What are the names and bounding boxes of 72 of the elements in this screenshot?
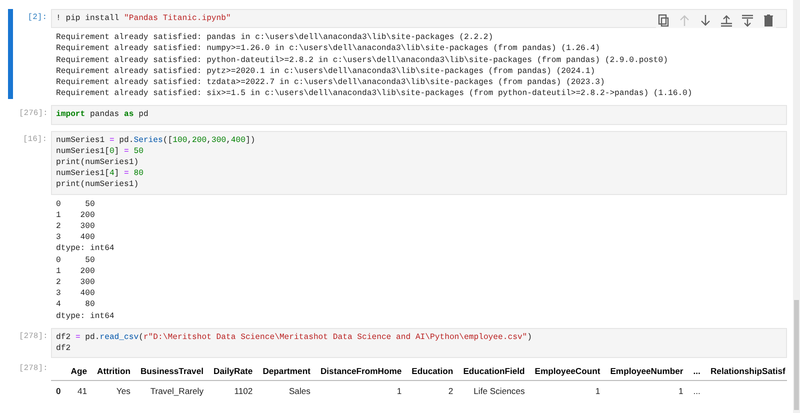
table-cell: Yes: [92, 380, 136, 402]
code-line: numSeries1 = pd.Series([100,200,300,400]): [56, 134, 256, 146]
duplicate-button[interactable]: [656, 13, 671, 28]
duplicate-icon: [657, 14, 670, 27]
output-line: 2 300: [56, 277, 95, 288]
cell-prompt: [278]:: [19, 330, 49, 343]
table-cell: Sales: [258, 380, 316, 402]
delete-icon: [762, 14, 775, 27]
code-line: df2: [56, 343, 71, 354]
output-line: 1 200: [56, 210, 95, 222]
table-cell: 1: [315, 380, 407, 402]
output-line: Requirement already satisfied: numpy>=1.26.0 in c:\users\dell\anaconda3\lib\site-packages (from pandas) (1.26.4): [56, 43, 600, 55]
down-arrow-button[interactable]: [698, 13, 713, 28]
table-cell: Travel_Rarely: [135, 380, 209, 402]
code-line: print(numSeries1): [56, 157, 139, 168]
insert-below-icon: [741, 14, 754, 27]
table-cell: 41: [66, 380, 92, 402]
column-header: BusinessTravel: [135, 362, 209, 381]
output-line: Requirement already satisfied: tzdata>=2022.7 in c:\users\dell\anaconda3\lib\site-packages (from pandas) (2023.3): [56, 77, 605, 88]
output-line: 0 50: [56, 254, 95, 266]
output-line: 3 400: [56, 288, 95, 300]
output-line: dtype: int64: [56, 310, 114, 322]
insert-below-button[interactable]: [740, 13, 755, 28]
table-cell: Life Sciences: [458, 380, 530, 402]
table-cell: 1: [530, 380, 606, 402]
column-header: Attrition: [92, 362, 136, 381]
output-line: 0 50: [56, 198, 95, 210]
output-line: 3 400: [56, 232, 95, 244]
row-index: 0: [51, 380, 66, 402]
column-header: EducationField: [458, 362, 530, 381]
column-header: EmployeeCount: [530, 362, 606, 381]
code-line: import pandas as pd: [56, 109, 148, 121]
code-input[interactable]: df2 = pd.read_csv(r"D:\Meritshot Data Science\Meritashot Data Science and AI\Python\employee.csv") df2: [51, 328, 787, 358]
output-line: 2 300: [56, 221, 95, 232]
output-line: Requirement already satisfied: six>=1.5 in c:\users\dell\anaconda3\lib\site-packages (from python-dateutil>=2.8.2->pandas) (1.16.0): [56, 88, 692, 100]
column-header: RelationshipSatisf: [705, 362, 787, 381]
table-cell: 1: [605, 380, 688, 402]
cell-prompt: [276]:: [19, 108, 49, 120]
column-header: EmployeeNumber: [605, 362, 688, 381]
delete-button[interactable]: [761, 13, 776, 28]
output-line: 4 80: [56, 299, 95, 311]
column-header: Education: [406, 362, 458, 381]
column-header: DistanceFromHome: [315, 362, 407, 381]
code-line: numSeries1[0] = 50: [56, 146, 144, 158]
cell-prompt: [2]:: [26, 12, 48, 24]
insert-above-icon: [720, 14, 733, 27]
column-header: Age: [66, 362, 92, 381]
cell-prompt: [16]:: [22, 134, 48, 146]
table-cell: 2: [406, 380, 458, 402]
code-input[interactable]: numSeries1 = pd.Series([100,200,300,400]) numSeries1[0] = 50 print(numSeries1) numSeries1[4] = 80 print(numSeries1): [51, 130, 787, 195]
scrollbar[interactable]: [793, 0, 800, 413]
column-header: Department: [258, 362, 316, 381]
output-prompt: [278]:: [19, 363, 49, 376]
code-input[interactable]: ! pip install "Pandas Titanic.ipynb": [51, 9, 787, 28]
scrollbar-thumb[interactable]: [794, 300, 799, 410]
code-line: ! pip install "Pandas Titanic.ipynb": [56, 13, 231, 24]
output-line: dtype: int64: [56, 243, 114, 255]
column-header: DailyRate: [208, 362, 258, 381]
output-line: Requirement already satisfied: pandas in c:\users\dell\anaconda3\lib\site-packages (2.2.2): [56, 32, 494, 44]
table-cell: 1102: [208, 380, 258, 402]
code-line: numSeries1[4] = 80: [56, 168, 144, 180]
output-line: 1 200: [56, 266, 95, 278]
down-arrow-icon: [699, 14, 712, 27]
column-header: ...: [688, 362, 706, 381]
code-input[interactable]: import pandas as pd: [51, 105, 787, 125]
insert-above-button[interactable]: [719, 13, 734, 28]
table-cell: ...: [688, 380, 706, 402]
code-line: df2 = pd.read_csv(r"D:\Meritshot Data Science\Meritashot Data Science and AI\Python\employee.csv"): [56, 332, 532, 344]
output-line: Requirement already satisfied: pytz>=2020.1 in c:\users\dell\anaconda3\lib\site-packages (from pandas) (2024.1): [56, 66, 596, 78]
up-arrow-icon: [678, 14, 691, 27]
code-line: print(numSeries1): [56, 179, 139, 191]
output-line: Requirement already satisfied: python-dateutil>=2.8.2 in c:\users\dell\anaconda3\lib\site-packages (from pandas) (2.9.0.post0): [56, 54, 668, 66]
